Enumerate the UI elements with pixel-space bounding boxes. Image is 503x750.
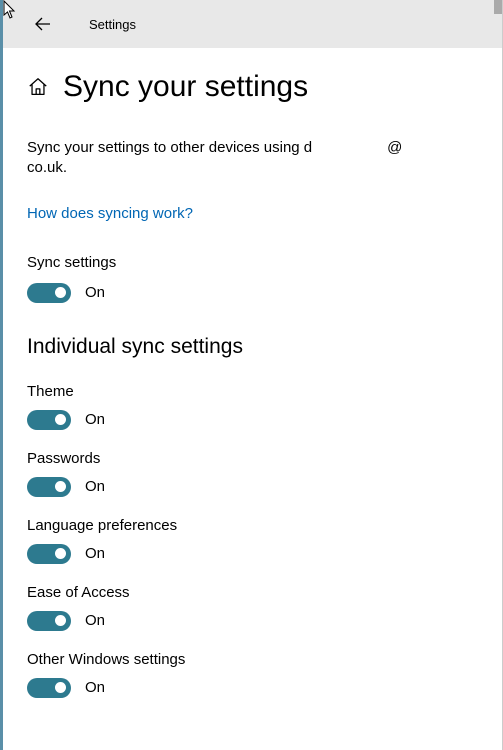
theme-state: On — [85, 411, 105, 428]
other-toggle-row: On — [27, 678, 478, 698]
other-state: On — [85, 679, 105, 696]
ease-toggle-row: On — [27, 611, 478, 631]
passwords-toggle[interactable] — [27, 477, 71, 497]
theme-toggle-row: On — [27, 410, 478, 430]
language-toggle[interactable] — [27, 544, 71, 564]
content-area: Sync your settings Sync your settings to… — [3, 48, 502, 698]
setting-ease-of-access: Ease of Access On — [27, 584, 478, 631]
passwords-toggle-row: On — [27, 477, 478, 497]
page-title: Sync your settings — [63, 70, 308, 104]
setting-other-windows: Other Windows settings On — [27, 651, 478, 698]
page-title-row: Sync your settings — [27, 70, 478, 104]
home-icon[interactable] — [27, 76, 49, 98]
language-label: Language preferences — [27, 517, 478, 534]
language-state: On — [85, 545, 105, 562]
setting-passwords: Passwords On — [27, 450, 478, 497]
description-domain: co.uk. — [27, 159, 67, 176]
other-toggle[interactable] — [27, 678, 71, 698]
other-label: Other Windows settings — [27, 651, 478, 668]
back-button[interactable] — [27, 8, 59, 40]
sync-settings-state: On — [85, 284, 105, 301]
toggle-knob — [55, 615, 66, 626]
sync-description: Sync your settings to other devices usin… — [27, 138, 478, 179]
setting-language: Language preferences On — [27, 517, 478, 564]
ease-state: On — [85, 612, 105, 629]
help-link[interactable]: How does syncing work? — [27, 205, 193, 222]
header-bar: Settings — [3, 0, 502, 48]
back-arrow-icon — [34, 15, 52, 33]
app-title: Settings — [89, 17, 136, 32]
theme-toggle[interactable] — [27, 410, 71, 430]
toggle-knob — [55, 414, 66, 425]
toggle-knob — [55, 287, 66, 298]
setting-theme: Theme On — [27, 383, 478, 430]
theme-label: Theme — [27, 383, 478, 400]
ease-toggle[interactable] — [27, 611, 71, 631]
sync-settings-label: Sync settings — [27, 254, 478, 271]
sync-settings-toggle-row: On — [27, 283, 478, 303]
toggle-knob — [55, 682, 66, 693]
toggle-knob — [55, 548, 66, 559]
description-text-1: Sync your settings to other devices usin… — [27, 139, 312, 156]
scrollbar[interactable] — [494, 0, 502, 14]
sync-settings-toggle[interactable] — [27, 283, 71, 303]
ease-label: Ease of Access — [27, 584, 478, 601]
language-toggle-row: On — [27, 544, 478, 564]
description-at: @ — [387, 139, 402, 156]
passwords-state: On — [85, 478, 105, 495]
passwords-label: Passwords — [27, 450, 478, 467]
toggle-knob — [55, 481, 66, 492]
individual-sync-title: Individual sync settings — [27, 335, 478, 359]
